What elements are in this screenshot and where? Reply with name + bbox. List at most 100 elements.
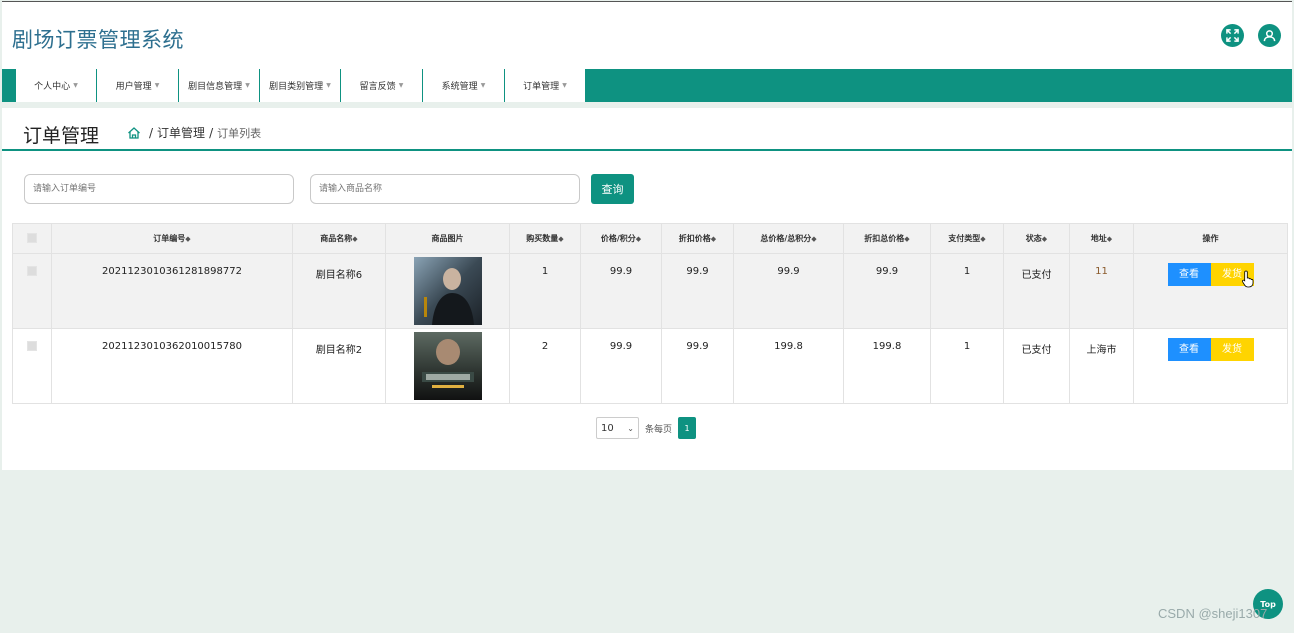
caret-down-icon: ▼ — [73, 82, 78, 89]
row-select-cell — [12, 253, 52, 329]
caret-down-icon: ▼ — [245, 82, 250, 89]
watermark: CSDN @sheji1307 — [1158, 606, 1268, 621]
breadcrumb-separator: / — [149, 125, 154, 140]
quantity-cell: 1 — [509, 253, 581, 329]
breadcrumb: / 订单管理 / 订单列表 — [127, 124, 261, 141]
discount-price-cell: 99.9 — [661, 253, 734, 329]
price-points-cell: 99.9 — [580, 328, 662, 404]
status-cell: 已支付 — [1003, 328, 1070, 404]
table-row: 2021123010361281898772 剧目名称6 1 99.9 99.9… — [12, 253, 1288, 329]
product-name-cell: 剧目名称6 — [292, 253, 386, 329]
product-name-cell: 剧目名称2 — [292, 328, 386, 404]
sort-icon[interactable]: ◆ — [904, 235, 909, 243]
total-price-points-cell: 199.8 — [733, 328, 844, 404]
nav-item-orders[interactable]: 订单管理 ▼ — [505, 69, 586, 102]
product-image-cell — [385, 253, 510, 329]
sort-icon[interactable]: ◆ — [1107, 235, 1112, 243]
actions-cell: 查看 发货 — [1133, 328, 1288, 404]
table-row: 20211230103620100157​80 剧目名称2 — [12, 328, 1288, 404]
col-actions: 操作 — [1133, 223, 1288, 254]
user-icon — [1263, 30, 1276, 42]
content-panel: 订单管理 / 订单管理 / 订单列表 查询 — [2, 108, 1292, 470]
nav-item-system[interactable]: 系统管理 ▼ — [423, 69, 505, 102]
fullscreen-button[interactable] — [1221, 24, 1244, 47]
caret-down-icon: ▼ — [480, 82, 486, 89]
view-button[interactable]: 查看 — [1167, 338, 1211, 361]
pay-type-cell: 1 — [930, 328, 1004, 404]
page-size-select[interactable]: 10 ⌄ — [596, 417, 639, 439]
address-cell: 上海市 — [1069, 328, 1134, 404]
product-name-search-input[interactable] — [310, 174, 580, 204]
chevron-down-icon: ⌄ — [627, 423, 634, 433]
breadcrumb-current: 订单列表 — [217, 126, 262, 140]
title-divider — [2, 149, 1292, 151]
nav-label: 用户管理 — [115, 82, 152, 92]
address-cell: 11 — [1069, 253, 1134, 329]
col-product-image: 商品图片 — [385, 223, 510, 254]
sort-icon[interactable]: ◆ — [1042, 235, 1047, 243]
product-image-cell — [385, 328, 510, 404]
pay-type-cell: 1 — [930, 253, 1004, 329]
breadcrumb-separator: / — [209, 125, 214, 140]
nav-label: 订单管理 — [523, 82, 560, 92]
nav-item-personal[interactable]: 个人中心 ▼ — [16, 69, 97, 102]
home-icon[interactable] — [127, 126, 141, 140]
col-discount-total[interactable]: 折扣总价格◆ — [843, 223, 931, 254]
col-price-points[interactable]: 价格/积分◆ — [580, 223, 662, 254]
breadcrumb-section[interactable]: 订单管理 — [157, 124, 205, 141]
product-poster-image[interactable] — [413, 332, 482, 400]
row-select-cell — [12, 328, 52, 404]
col-status[interactable]: 状态◆ — [1003, 223, 1070, 254]
caret-down-icon: ▼ — [562, 82, 567, 89]
fullscreen-icon — [1226, 29, 1239, 42]
per-page-label: 条每页 — [645, 424, 673, 435]
sort-icon[interactable]: ◆ — [558, 235, 563, 243]
product-poster-image[interactable] — [413, 257, 482, 325]
sort-icon[interactable]: ◆ — [811, 235, 816, 243]
nav-label: 剧目类别管理 — [269, 82, 324, 92]
view-button[interactable]: 查看 — [1167, 263, 1211, 286]
nav-item-categories[interactable]: 剧目类别管理 ▼ — [260, 69, 341, 102]
nav-item-users[interactable]: 用户管理 ▼ — [97, 69, 179, 102]
nav-label: 留言反馈 — [359, 82, 396, 92]
sort-icon[interactable]: ◆ — [185, 235, 190, 243]
sort-icon[interactable]: ◆ — [711, 235, 716, 243]
ship-button[interactable]: 发货 — [1210, 338, 1254, 361]
app-title: 剧场订票管理系统 — [12, 28, 184, 52]
sort-icon[interactable]: ◆ — [636, 235, 641, 243]
col-discount-price[interactable]: 折扣价格◆ — [661, 223, 734, 254]
col-pay-type[interactable]: 支付类型◆ — [930, 223, 1004, 254]
actions-cell: 查看 发货 — [1133, 253, 1288, 329]
price-points-cell: 99.9 — [580, 253, 662, 329]
discount-price-cell: 99.9 — [661, 328, 734, 404]
hand-cursor-icon — [1242, 270, 1254, 288]
sort-icon[interactable]: ◆ — [980, 235, 985, 243]
nav-item-plays[interactable]: 剧目信息管理 ▼ — [179, 69, 260, 102]
status-cell: 已支付 — [1003, 253, 1070, 329]
select-all-checkbox[interactable] — [27, 232, 37, 243]
quantity-cell: 2 — [509, 328, 581, 404]
order-no-cell: 20211230103620100157​80 — [51, 328, 293, 404]
orders-table: 订单编号◆ 商品名称◆ 商品图片 购买数量◆ 价格/积分◆ 折扣价格◆ 总价格/… — [12, 223, 1288, 404]
query-button[interactable]: 查询 — [591, 174, 634, 204]
col-total-price-points[interactable]: 总价格/总积分◆ — [733, 223, 844, 254]
row-checkbox[interactable] — [27, 341, 37, 351]
nav-label: 系统管理 — [441, 82, 478, 92]
user-button[interactable] — [1258, 24, 1281, 47]
col-order-no[interactable]: 订单编号◆ — [51, 223, 293, 254]
sort-icon[interactable]: ◆ — [352, 235, 357, 243]
col-quantity[interactable]: 购买数量◆ — [509, 223, 581, 254]
nav-item-feedback[interactable]: 留言反馈 ▼ — [341, 69, 423, 102]
app-header: 剧场订票管理系统 — [2, 1, 1292, 69]
select-all-cell — [12, 223, 52, 254]
col-address[interactable]: 地址◆ — [1069, 223, 1134, 254]
order-no-cell: 2021123010361281898772 — [51, 253, 293, 329]
nav-label: 剧目信息管理 — [188, 82, 243, 92]
col-product-name[interactable]: 商品名称◆ — [292, 223, 386, 254]
discount-total-cell: 199.8 — [843, 328, 931, 404]
caret-down-icon: ▼ — [326, 82, 331, 89]
row-checkbox[interactable] — [27, 266, 37, 276]
order-no-search-input[interactable] — [24, 174, 294, 204]
caret-down-icon: ▼ — [154, 82, 160, 89]
page-button-current[interactable]: 1 — [678, 417, 697, 439]
